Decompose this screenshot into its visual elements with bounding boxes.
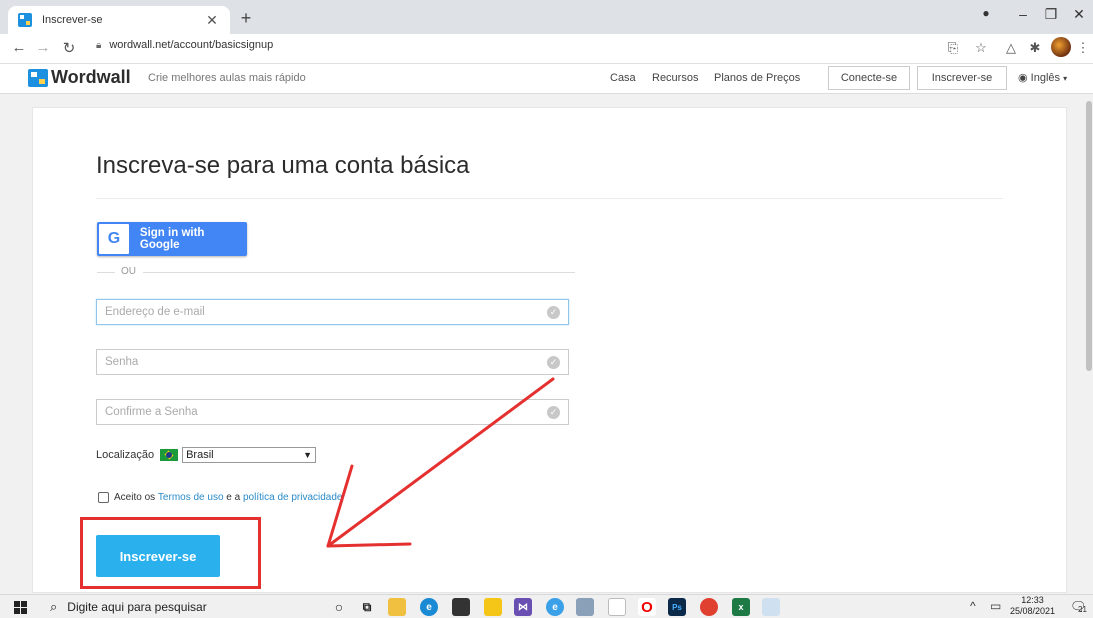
nav-signup-button[interactable]: Inscrever-se [917, 66, 1007, 90]
taskbar-search[interactable]: ⌕ Digite aqui para pesquisar [44, 596, 314, 618]
drive-icon[interactable]: △ [1002, 40, 1020, 56]
brazil-flag-icon [160, 449, 179, 461]
password-input[interactable] [105, 356, 547, 368]
or-label: OU [121, 266, 136, 277]
browser-tab-bar: Inscrever-se ✕ + ● – ❐ ✕ [0, 0, 1093, 34]
new-tab-icon[interactable]: + [236, 8, 256, 29]
forward-icon[interactable]: → [34, 39, 52, 56]
terms-row: Aceito os Termos de uso e a política de … [98, 492, 343, 503]
restore-icon[interactable]: ❐ [1040, 6, 1062, 23]
chevron-down-icon: ▼ [303, 450, 313, 460]
globe-icon: ◉ [1018, 72, 1028, 84]
location-row: Localização Brasil ▼ [96, 447, 317, 463]
windows-taskbar: ⌕ Digite aqui para pesquisar ○ ⧉ e ⋈ e O… [0, 594, 1093, 618]
reload-icon[interactable]: ↻ [60, 39, 78, 57]
nav-casa[interactable]: Casa [610, 72, 636, 84]
tray-chevron-up-icon[interactable]: ^ [970, 599, 976, 613]
nav-recursos[interactable]: Recursos [652, 72, 698, 84]
store-icon[interactable] [452, 598, 470, 616]
google-signin-button[interactable]: G Sign in with Google [97, 222, 247, 256]
title-divider [96, 198, 1003, 199]
language-label: Inglês [1030, 72, 1061, 84]
sticky-notes-icon[interactable] [484, 598, 502, 616]
tagline: Crie melhores aulas mais rápido [148, 72, 306, 84]
confirm-password-field[interactable]: ✓ [96, 399, 569, 425]
scrollbar-thumb[interactable] [1086, 101, 1092, 371]
profile-avatar[interactable] [1051, 37, 1071, 57]
wordwall-favicon-icon [18, 13, 32, 27]
page-title: Inscreva-se para uma conta básica [96, 152, 470, 179]
location-select[interactable]: Brasil ▼ [182, 447, 317, 463]
photoshop-icon[interactable]: Ps [668, 598, 686, 616]
menu-icon[interactable]: ⋮ [1074, 40, 1092, 56]
email-field[interactable]: ✓ [96, 299, 569, 325]
extensions-icon[interactable]: ✱ [1026, 40, 1044, 56]
address-bar: ← → ↻ 🔒︎ wordwall.net/account/basicsignu… [0, 34, 1093, 64]
window-close-icon[interactable]: ✕ [1068, 6, 1090, 23]
clock-date: 25/08/2021 [1010, 606, 1056, 616]
or-line-left [97, 272, 115, 273]
excel-icon[interactable]: x [732, 598, 750, 616]
annotation-highlight-box [80, 517, 261, 589]
edge-icon[interactable]: e [420, 598, 438, 616]
google-g-icon: G [99, 224, 129, 254]
terms-checkbox[interactable] [98, 492, 109, 503]
password-field[interactable]: ✓ [96, 349, 569, 375]
confirm-password-input[interactable] [105, 406, 547, 418]
browser-tab[interactable]: Inscrever-se ✕ [8, 6, 230, 34]
nav-login-button[interactable]: Conecte-se [828, 66, 910, 90]
taskbar-search-placeholder: Digite aqui para pesquisar [67, 600, 207, 614]
wordwall-logo-icon [28, 68, 48, 87]
internet-explorer-icon[interactable]: e [546, 598, 564, 616]
email-input[interactable] [105, 306, 547, 318]
clock-time: 12:33 [1021, 595, 1044, 605]
back-icon[interactable]: ← [10, 39, 28, 56]
taskbar-clock[interactable]: 12:33 25/08/2021 [1010, 595, 1055, 617]
windows-start-icon[interactable] [14, 601, 27, 614]
opera-icon[interactable]: O [638, 598, 656, 616]
privacy-link[interactable]: política de privacidade [243, 492, 343, 503]
network-app-icon[interactable] [576, 598, 594, 616]
url-text: wordwall.net/account/basicsignup [109, 39, 274, 51]
chrome-icon[interactable] [700, 598, 718, 616]
tab-close-icon[interactable]: ✕ [204, 12, 220, 29]
caret-down-icon: ▾ [1063, 74, 1068, 83]
visual-studio-icon[interactable]: ⋈ [514, 598, 532, 616]
site-header: Wordwall Crie melhores aulas mais rápido… [0, 64, 1093, 94]
terms-link[interactable]: Termos de uso [158, 492, 224, 503]
url-field[interactable]: 🔒︎ wordwall.net/account/basicsignup [96, 39, 273, 51]
lock-icon: 🔒︎ [96, 39, 102, 51]
cortana-icon[interactable]: ○ [330, 598, 348, 616]
file-explorer-icon[interactable] [388, 598, 406, 616]
email-status-check-icon: ✓ [547, 305, 560, 319]
tab-title: Inscrever-se [42, 14, 103, 26]
nav-planos[interactable]: Planos de Preços [714, 72, 800, 84]
search-icon: ⌕ [50, 599, 58, 614]
or-line-right [143, 272, 575, 273]
minimize-icon[interactable]: – [1012, 6, 1034, 22]
location-label: Localização [96, 449, 155, 461]
language-selector[interactable]: ◉ Inglês ▾ [1018, 71, 1067, 84]
blank-document-icon[interactable] [608, 598, 626, 616]
terms-middle: e a [223, 492, 243, 503]
translate-icon[interactable]: ⎘ [944, 40, 962, 56]
wordwall-logo[interactable]: Wordwall [28, 67, 131, 88]
notification-count: 21 [1078, 605, 1087, 614]
google-signin-label: Sign in with Google [139, 227, 205, 251]
location-value: Brasil [186, 449, 214, 461]
or-separator: OU [97, 266, 575, 278]
battery-icon[interactable]: ▭ [990, 599, 1001, 613]
page-scrollbar[interactable] [1085, 95, 1093, 594]
confirm-status-check-icon: ✓ [547, 405, 560, 419]
terms-prefix: Aceito os [114, 492, 158, 503]
logo-text: Wordwall [51, 67, 131, 87]
password-status-check-icon: ✓ [547, 355, 560, 369]
task-view-icon[interactable]: ⧉ [358, 598, 376, 616]
profile-dot-icon[interactable]: ● [975, 6, 997, 20]
bookmark-star-icon[interactable]: ☆ [972, 40, 990, 56]
paint-icon[interactable] [762, 598, 780, 616]
